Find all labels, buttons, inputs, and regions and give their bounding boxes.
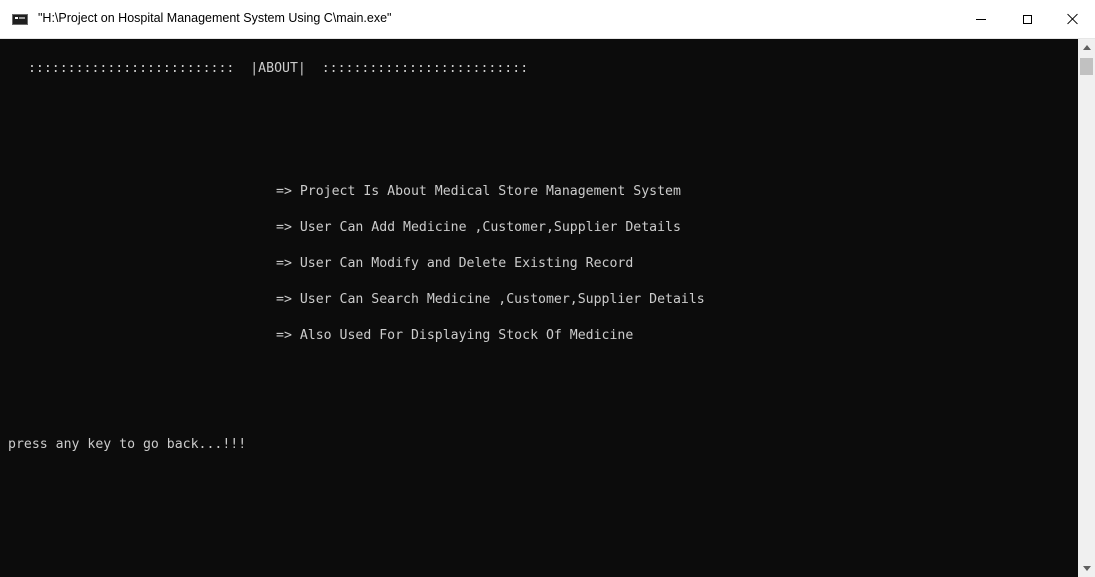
maximize-button[interactable]	[1004, 0, 1050, 38]
chevron-down-icon	[1082, 566, 1091, 571]
title-bar[interactable]: "H:\Project on Hospital Management Syste…	[0, 0, 1095, 39]
about-header: :::::::::::::::::::::::::: |ABOUT| :::::…	[20, 61, 529, 76]
console-app-icon[interactable]	[12, 14, 28, 25]
go-back-prompt: press any key to go back...!!!	[8, 437, 247, 452]
minimize-button[interactable]	[958, 0, 1004, 38]
vertical-scrollbar[interactable]	[1078, 39, 1095, 577]
maximize-icon	[1022, 14, 1032, 24]
scroll-up-button[interactable]	[1078, 39, 1095, 56]
close-icon	[1067, 13, 1079, 25]
about-line-4: => User Can Search Medicine ,Customer,Su…	[276, 292, 705, 307]
about-line-3: => User Can Modify and Delete Existing R…	[276, 256, 634, 271]
scroll-down-button[interactable]	[1078, 560, 1095, 577]
console-output[interactable]: :::::::::::::::::::::::::: |ABOUT| :::::…	[0, 39, 1078, 577]
about-line-1: => Project Is About Medical Store Manage…	[276, 184, 681, 199]
minimize-icon	[976, 18, 986, 20]
scrollbar-thumb[interactable]	[1080, 58, 1093, 75]
console-window: "H:\Project on Hospital Management Syste…	[0, 0, 1095, 577]
close-button[interactable]	[1050, 0, 1095, 38]
window-title: "H:\Project on Hospital Management Syste…	[38, 11, 392, 25]
about-line-2: => User Can Add Medicine ,Customer,Suppl…	[276, 220, 681, 235]
about-line-5: => Also Used For Displaying Stock Of Med…	[276, 328, 634, 343]
chevron-up-icon	[1082, 45, 1091, 50]
